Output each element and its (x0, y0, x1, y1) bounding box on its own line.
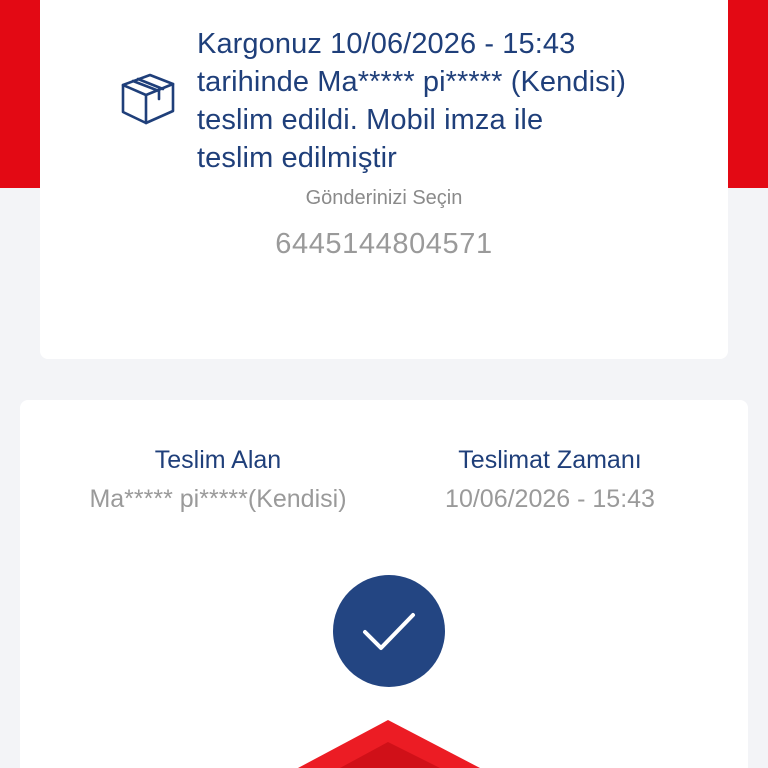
tracking-number[interactable]: 6445144804571 (0, 228, 768, 261)
receiver-title: Teslim Alan (154, 446, 282, 474)
delivered-check-badge (333, 575, 445, 687)
receiver-column: Teslim Alan Ma***** pi*****(Kendisi) (58, 444, 378, 514)
delivery-time-title: Teslimat Zamanı (458, 446, 642, 474)
shipment-tracking-page: Kargonuz 10/06/2026 - 15:43 tarihinde Ma… (0, 0, 768, 768)
select-shipment-label: Gönderinizi Seçin (305, 187, 463, 209)
delivery-time-column: Teslimat Zamanı 10/06/2026 - 15:43 (400, 444, 700, 514)
red-decorative-shape (290, 720, 480, 768)
package-box-icon (119, 70, 177, 126)
delivery-status-message: Kargonuz 10/06/2026 - 15:43 tarihinde Ma… (197, 28, 627, 174)
receiver-value: Ma***** pi*****(Kendisi) (89, 485, 347, 513)
delivery-time-value: 10/06/2026 - 15:43 (445, 485, 655, 513)
